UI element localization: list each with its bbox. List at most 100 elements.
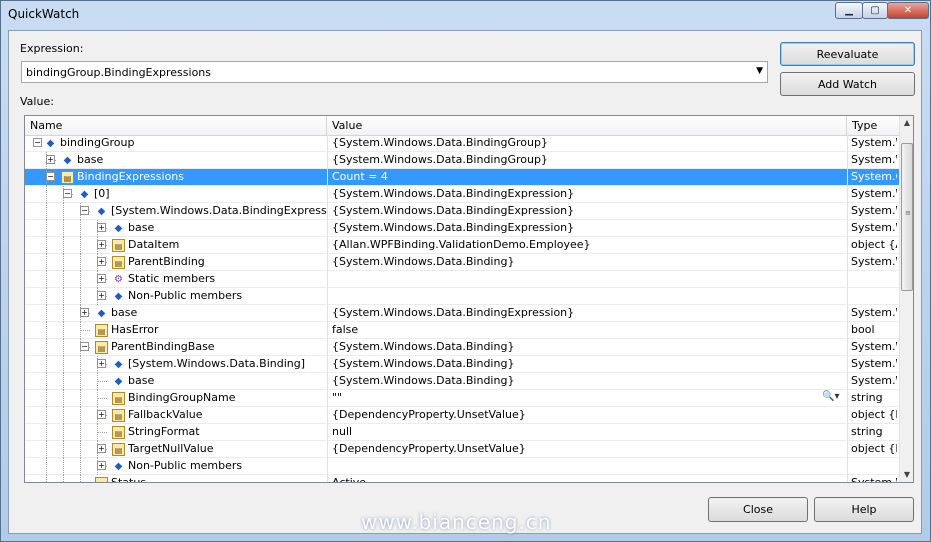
visualizer-magnifier-icon[interactable]: 🔍▾: [822, 391, 839, 402]
expression-combobox[interactable]: bindingGroup.BindingExpressions ▼: [21, 61, 768, 83]
expand-icon[interactable]: +: [97, 240, 106, 249]
column-divider: [327, 458, 328, 475]
add-watch-button[interactable]: Add Watch: [780, 72, 915, 96]
watch-tree-grid[interactable]: Name Value Type − ◆ bindingGroup {System.Wi…: [24, 115, 914, 483]
row-value[interactable]: null: [332, 424, 822, 440]
vertical-scrollbar[interactable]: ▲ ≡ ▼: [899, 116, 913, 482]
scrollbar-thumb[interactable]: ≡: [901, 143, 913, 291]
tree-row[interactable]: + ▤ FallbackValue {DependencyProperty.Unset…: [25, 407, 899, 424]
minimize-button[interactable]: ▁: [835, 2, 863, 19]
scroll-up-icon[interactable]: ▲: [900, 116, 913, 130]
collapse-icon[interactable]: −: [80, 342, 89, 351]
row-value[interactable]: {Allan.WPFBinding.ValidationDemo.Employe…: [332, 237, 822, 253]
column-divider: [847, 254, 848, 271]
tree-row[interactable]: ▤Status Active System.W: [25, 475, 899, 482]
column-divider: [847, 288, 848, 305]
tree-row[interactable]: − ▤ ParentBindingBase {System.Windows.Data.…: [25, 339, 899, 356]
expand-icon[interactable]: +: [97, 359, 106, 368]
row-value[interactable]: {System.Windows.Data.BindingGroup}: [332, 135, 822, 151]
title-bar[interactable]: QuickWatch ▁ ▢ ✕: [1, 1, 930, 28]
row-type: System.W: [851, 221, 897, 234]
row-value[interactable]: {System.Windows.Data.Binding}: [332, 339, 822, 355]
tree-line: [46, 305, 48, 322]
tree-row[interactable]: − ◆ bindingGroup {System.Windows.Data.Bindi…: [25, 135, 899, 152]
tree-row[interactable]: − ◆ [0] {System.Windows.Data.BindingExpress…: [25, 186, 899, 203]
expand-icon[interactable]: +: [97, 291, 106, 300]
tree-line: [46, 475, 48, 482]
tree-row[interactable]: ▤ BindingGroupName "" 🔍▾ string: [25, 390, 899, 407]
expand-icon[interactable]: +: [97, 461, 106, 470]
tree-row[interactable]: + ◆ base {System.Windows.Data.BindingExpres…: [25, 220, 899, 237]
row-name: ParentBinding: [128, 255, 205, 268]
tree-row[interactable]: ◆ base {System.Windows.Data.Binding} System…: [25, 373, 899, 390]
close-window-button[interactable]: ✕: [887, 2, 929, 19]
expand-icon[interactable]: +: [46, 155, 55, 164]
collapse-icon[interactable]: −: [80, 206, 89, 215]
tree-row[interactable]: + ⚙ Static members: [25, 271, 899, 288]
column-divider: [847, 339, 848, 356]
expand-icon[interactable]: +: [80, 308, 89, 317]
row-value[interactable]: {System.Windows.Data.Binding}: [332, 373, 822, 389]
row-value[interactable]: false: [332, 322, 822, 338]
row-value[interactable]: [332, 458, 822, 474]
row-name: base: [77, 153, 104, 166]
row-value[interactable]: "": [332, 390, 822, 406]
column-header-name[interactable]: Name: [25, 116, 327, 135]
row-value[interactable]: {DependencyProperty.UnsetValue}: [332, 407, 822, 423]
collapse-icon[interactable]: −: [63, 189, 72, 198]
close-button[interactable]: Close: [708, 497, 808, 522]
row-value[interactable]: {System.Windows.Data.BindingExpression}: [332, 186, 822, 202]
expand-icon[interactable]: +: [97, 444, 106, 453]
expand-icon[interactable]: +: [97, 257, 106, 266]
row-value[interactable]: {DependencyProperty.UnsetValue}: [332, 441, 822, 457]
tree-row[interactable]: + ◆ Non-Public members: [25, 458, 899, 475]
chevron-down-icon[interactable]: ▼: [756, 66, 763, 76]
tree-row[interactable]: − ◆ [System.Windows.Data.BindingExpression…: [25, 203, 899, 220]
row-value[interactable]: Count = 4: [332, 169, 822, 185]
column-header-type[interactable]: Type: [847, 116, 899, 135]
column-header-value[interactable]: Value: [327, 116, 847, 135]
row-value[interactable]: {System.Windows.Data.BindingExpression}: [332, 305, 822, 321]
tree-row[interactable]: ▤ HasError false bool: [25, 322, 899, 339]
tree-row[interactable]: + ◆ base {System.Windows.Data.BindingGroup}…: [25, 152, 899, 169]
column-divider: [327, 254, 328, 271]
tree-line: [46, 254, 48, 271]
tree-line: [46, 441, 48, 458]
collapse-icon[interactable]: −: [46, 172, 55, 181]
column-divider: [847, 356, 848, 373]
tree-row[interactable]: + ◆ Non-Public members: [25, 288, 899, 305]
tree-row[interactable]: + ▤ ParentBinding {System.Windows.Data.Bind…: [25, 254, 899, 271]
help-button[interactable]: Help: [814, 497, 914, 522]
tree-row[interactable]: + ▤ TargetNullValue {DependencyProperty.Uns…: [25, 441, 899, 458]
expand-icon[interactable]: +: [97, 274, 106, 283]
column-divider: [327, 135, 328, 152]
column-divider: [847, 169, 848, 186]
row-value[interactable]: {System.Windows.Data.BindingGroup}: [332, 152, 822, 168]
reevaluate-button[interactable]: Reevaluate: [780, 42, 915, 66]
tree-row[interactable]: ▤ StringFormat null string: [25, 424, 899, 441]
row-name: StringFormat: [128, 425, 200, 438]
tree-line: [46, 237, 48, 254]
row-value[interactable]: {System.Windows.Data.BindingExpression}: [332, 203, 822, 219]
row-value[interactable]: Active: [332, 475, 822, 482]
row-type: System.W: [851, 357, 897, 370]
tree-row[interactable]: −▤BindingExpressions Count = 4 System.C: [25, 169, 899, 186]
tree-row[interactable]: + ◆ base {System.Windows.Data.BindingExpres…: [25, 305, 899, 322]
maximize-button[interactable]: ▢: [862, 2, 888, 19]
tree-row[interactable]: + ▤ DataItem {Allan.WPFBinding.ValidationDe…: [25, 237, 899, 254]
field-icon: ◆: [114, 291, 123, 302]
collapse-icon[interactable]: −: [33, 138, 42, 147]
row-value[interactable]: [332, 288, 822, 304]
row-value[interactable]: {System.Windows.Data.BindingExpression}: [332, 220, 822, 236]
expression-input[interactable]: bindingGroup.BindingExpressions: [26, 66, 211, 79]
tree-line: [46, 220, 48, 237]
grip-icon: ≡: [905, 209, 911, 217]
row-value[interactable]: {System.Windows.Data.Binding}: [332, 254, 822, 270]
row-value[interactable]: {System.Windows.Data.Binding}: [332, 356, 822, 372]
expand-icon[interactable]: +: [97, 410, 106, 419]
row-value[interactable]: [332, 271, 822, 287]
expand-icon[interactable]: +: [97, 223, 106, 232]
scroll-down-icon[interactable]: ▼: [900, 468, 913, 482]
tree-line: [63, 441, 65, 458]
tree-row[interactable]: + ◆ [System.Windows.Data.Binding] {System.W…: [25, 356, 899, 373]
